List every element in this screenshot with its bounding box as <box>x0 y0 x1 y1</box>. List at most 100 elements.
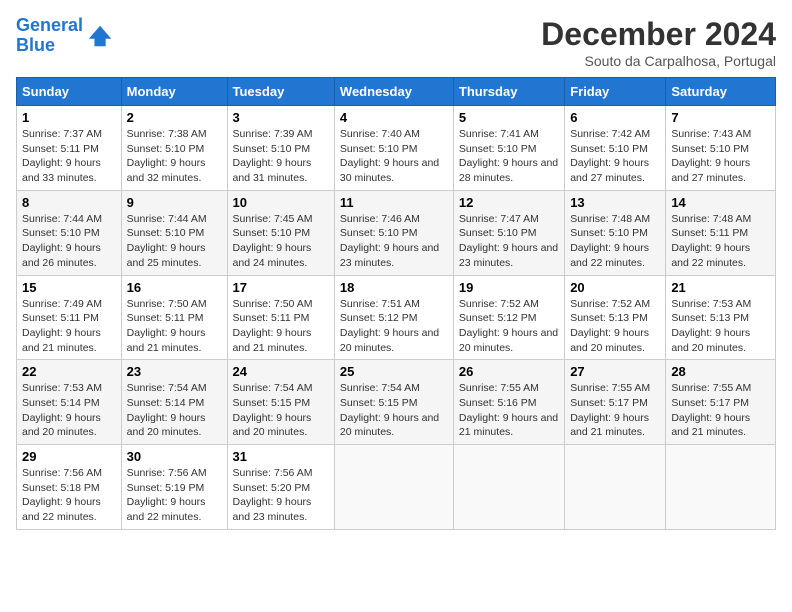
calendar-cell: 12 Sunrise: 7:47 AMSunset: 5:10 PMDaylig… <box>453 190 564 275</box>
calendar-cell: 1 Sunrise: 7:37 AMSunset: 5:11 PMDayligh… <box>17 106 122 191</box>
day-number: 5 <box>459 110 559 125</box>
main-title: December 2024 <box>541 16 776 53</box>
day-info: Sunrise: 7:50 AMSunset: 5:11 PMDaylight:… <box>127 297 222 356</box>
day-number: 19 <box>459 280 559 295</box>
day-info: Sunrise: 7:40 AMSunset: 5:10 PMDaylight:… <box>340 127 448 186</box>
day-number: 24 <box>233 364 329 379</box>
day-info: Sunrise: 7:44 AMSunset: 5:10 PMDaylight:… <box>127 212 222 271</box>
day-info: Sunrise: 7:54 AMSunset: 5:15 PMDaylight:… <box>233 381 329 440</box>
calendar-cell: 15 Sunrise: 7:49 AMSunset: 5:11 PMDaylig… <box>17 275 122 360</box>
calendar-cell: 23 Sunrise: 7:54 AMSunset: 5:14 PMDaylig… <box>121 360 227 445</box>
day-number: 2 <box>127 110 222 125</box>
calendar-cell <box>453 445 564 530</box>
calendar-cell: 13 Sunrise: 7:48 AMSunset: 5:10 PMDaylig… <box>565 190 666 275</box>
day-info: Sunrise: 7:56 AMSunset: 5:19 PMDaylight:… <box>127 466 222 525</box>
day-info: Sunrise: 7:55 AMSunset: 5:16 PMDaylight:… <box>459 381 559 440</box>
day-info: Sunrise: 7:44 AMSunset: 5:10 PMDaylight:… <box>22 212 116 271</box>
day-number: 20 <box>570 280 660 295</box>
day-info: Sunrise: 7:52 AMSunset: 5:13 PMDaylight:… <box>570 297 660 356</box>
calendar-cell <box>334 445 453 530</box>
logo: GeneralBlue <box>16 16 115 56</box>
calendar-cell: 28 Sunrise: 7:55 AMSunset: 5:17 PMDaylig… <box>666 360 776 445</box>
day-info: Sunrise: 7:48 AMSunset: 5:10 PMDaylight:… <box>570 212 660 271</box>
day-info: Sunrise: 7:42 AMSunset: 5:10 PMDaylight:… <box>570 127 660 186</box>
page-header: GeneralBlue December 2024 Souto da Carpa… <box>16 16 776 69</box>
calendar-cell: 16 Sunrise: 7:50 AMSunset: 5:11 PMDaylig… <box>121 275 227 360</box>
header-friday: Friday <box>565 78 666 106</box>
calendar-cell: 14 Sunrise: 7:48 AMSunset: 5:11 PMDaylig… <box>666 190 776 275</box>
logo-text: GeneralBlue <box>16 16 83 56</box>
day-number: 1 <box>22 110 116 125</box>
calendar-cell: 8 Sunrise: 7:44 AMSunset: 5:10 PMDayligh… <box>17 190 122 275</box>
calendar-cell: 25 Sunrise: 7:54 AMSunset: 5:15 PMDaylig… <box>334 360 453 445</box>
day-info: Sunrise: 7:55 AMSunset: 5:17 PMDaylight:… <box>570 381 660 440</box>
day-info: Sunrise: 7:47 AMSunset: 5:10 PMDaylight:… <box>459 212 559 271</box>
week-row-4: 22 Sunrise: 7:53 AMSunset: 5:14 PMDaylig… <box>17 360 776 445</box>
day-info: Sunrise: 7:50 AMSunset: 5:11 PMDaylight:… <box>233 297 329 356</box>
day-number: 16 <box>127 280 222 295</box>
day-info: Sunrise: 7:53 AMSunset: 5:14 PMDaylight:… <box>22 381 116 440</box>
day-info: Sunrise: 7:37 AMSunset: 5:11 PMDaylight:… <box>22 127 116 186</box>
day-info: Sunrise: 7:56 AMSunset: 5:20 PMDaylight:… <box>233 466 329 525</box>
calendar-cell: 10 Sunrise: 7:45 AMSunset: 5:10 PMDaylig… <box>227 190 334 275</box>
day-number: 12 <box>459 195 559 210</box>
calendar-cell: 30 Sunrise: 7:56 AMSunset: 5:19 PMDaylig… <box>121 445 227 530</box>
day-info: Sunrise: 7:55 AMSunset: 5:17 PMDaylight:… <box>671 381 770 440</box>
week-row-5: 29 Sunrise: 7:56 AMSunset: 5:18 PMDaylig… <box>17 445 776 530</box>
header-sunday: Sunday <box>17 78 122 106</box>
subtitle: Souto da Carpalhosa, Portugal <box>541 53 776 69</box>
day-number: 26 <box>459 364 559 379</box>
day-info: Sunrise: 7:48 AMSunset: 5:11 PMDaylight:… <box>671 212 770 271</box>
day-info: Sunrise: 7:52 AMSunset: 5:12 PMDaylight:… <box>459 297 559 356</box>
header-thursday: Thursday <box>453 78 564 106</box>
calendar-cell: 31 Sunrise: 7:56 AMSunset: 5:20 PMDaylig… <box>227 445 334 530</box>
day-number: 23 <box>127 364 222 379</box>
week-row-2: 8 Sunrise: 7:44 AMSunset: 5:10 PMDayligh… <box>17 190 776 275</box>
day-number: 6 <box>570 110 660 125</box>
day-number: 13 <box>570 195 660 210</box>
day-info: Sunrise: 7:41 AMSunset: 5:10 PMDaylight:… <box>459 127 559 186</box>
day-info: Sunrise: 7:54 AMSunset: 5:15 PMDaylight:… <box>340 381 448 440</box>
day-info: Sunrise: 7:53 AMSunset: 5:13 PMDaylight:… <box>671 297 770 356</box>
calendar-cell: 4 Sunrise: 7:40 AMSunset: 5:10 PMDayligh… <box>334 106 453 191</box>
day-number: 30 <box>127 449 222 464</box>
day-number: 10 <box>233 195 329 210</box>
calendar-cell: 2 Sunrise: 7:38 AMSunset: 5:10 PMDayligh… <box>121 106 227 191</box>
day-number: 22 <box>22 364 116 379</box>
header-wednesday: Wednesday <box>334 78 453 106</box>
day-number: 9 <box>127 195 222 210</box>
calendar-cell: 24 Sunrise: 7:54 AMSunset: 5:15 PMDaylig… <box>227 360 334 445</box>
day-info: Sunrise: 7:38 AMSunset: 5:10 PMDaylight:… <box>127 127 222 186</box>
title-block: December 2024 Souto da Carpalhosa, Portu… <box>541 16 776 69</box>
day-number: 27 <box>570 364 660 379</box>
calendar-cell: 19 Sunrise: 7:52 AMSunset: 5:12 PMDaylig… <box>453 275 564 360</box>
day-info: Sunrise: 7:43 AMSunset: 5:10 PMDaylight:… <box>671 127 770 186</box>
calendar-cell: 6 Sunrise: 7:42 AMSunset: 5:10 PMDayligh… <box>565 106 666 191</box>
header-row: SundayMondayTuesdayWednesdayThursdayFrid… <box>17 78 776 106</box>
day-info: Sunrise: 7:46 AMSunset: 5:10 PMDaylight:… <box>340 212 448 271</box>
day-number: 25 <box>340 364 448 379</box>
day-number: 7 <box>671 110 770 125</box>
day-info: Sunrise: 7:49 AMSunset: 5:11 PMDaylight:… <box>22 297 116 356</box>
week-row-3: 15 Sunrise: 7:49 AMSunset: 5:11 PMDaylig… <box>17 275 776 360</box>
day-number: 21 <box>671 280 770 295</box>
calendar-cell: 27 Sunrise: 7:55 AMSunset: 5:17 PMDaylig… <box>565 360 666 445</box>
calendar-cell: 22 Sunrise: 7:53 AMSunset: 5:14 PMDaylig… <box>17 360 122 445</box>
day-info: Sunrise: 7:51 AMSunset: 5:12 PMDaylight:… <box>340 297 448 356</box>
calendar-cell: 17 Sunrise: 7:50 AMSunset: 5:11 PMDaylig… <box>227 275 334 360</box>
day-number: 31 <box>233 449 329 464</box>
day-number: 11 <box>340 195 448 210</box>
header-monday: Monday <box>121 78 227 106</box>
day-number: 28 <box>671 364 770 379</box>
day-number: 4 <box>340 110 448 125</box>
calendar-cell: 20 Sunrise: 7:52 AMSunset: 5:13 PMDaylig… <box>565 275 666 360</box>
day-number: 14 <box>671 195 770 210</box>
calendar-cell: 26 Sunrise: 7:55 AMSunset: 5:16 PMDaylig… <box>453 360 564 445</box>
header-tuesday: Tuesday <box>227 78 334 106</box>
week-row-1: 1 Sunrise: 7:37 AMSunset: 5:11 PMDayligh… <box>17 106 776 191</box>
calendar-cell <box>666 445 776 530</box>
day-info: Sunrise: 7:56 AMSunset: 5:18 PMDaylight:… <box>22 466 116 525</box>
logo-icon <box>87 22 115 50</box>
header-saturday: Saturday <box>666 78 776 106</box>
calendar-cell: 11 Sunrise: 7:46 AMSunset: 5:10 PMDaylig… <box>334 190 453 275</box>
